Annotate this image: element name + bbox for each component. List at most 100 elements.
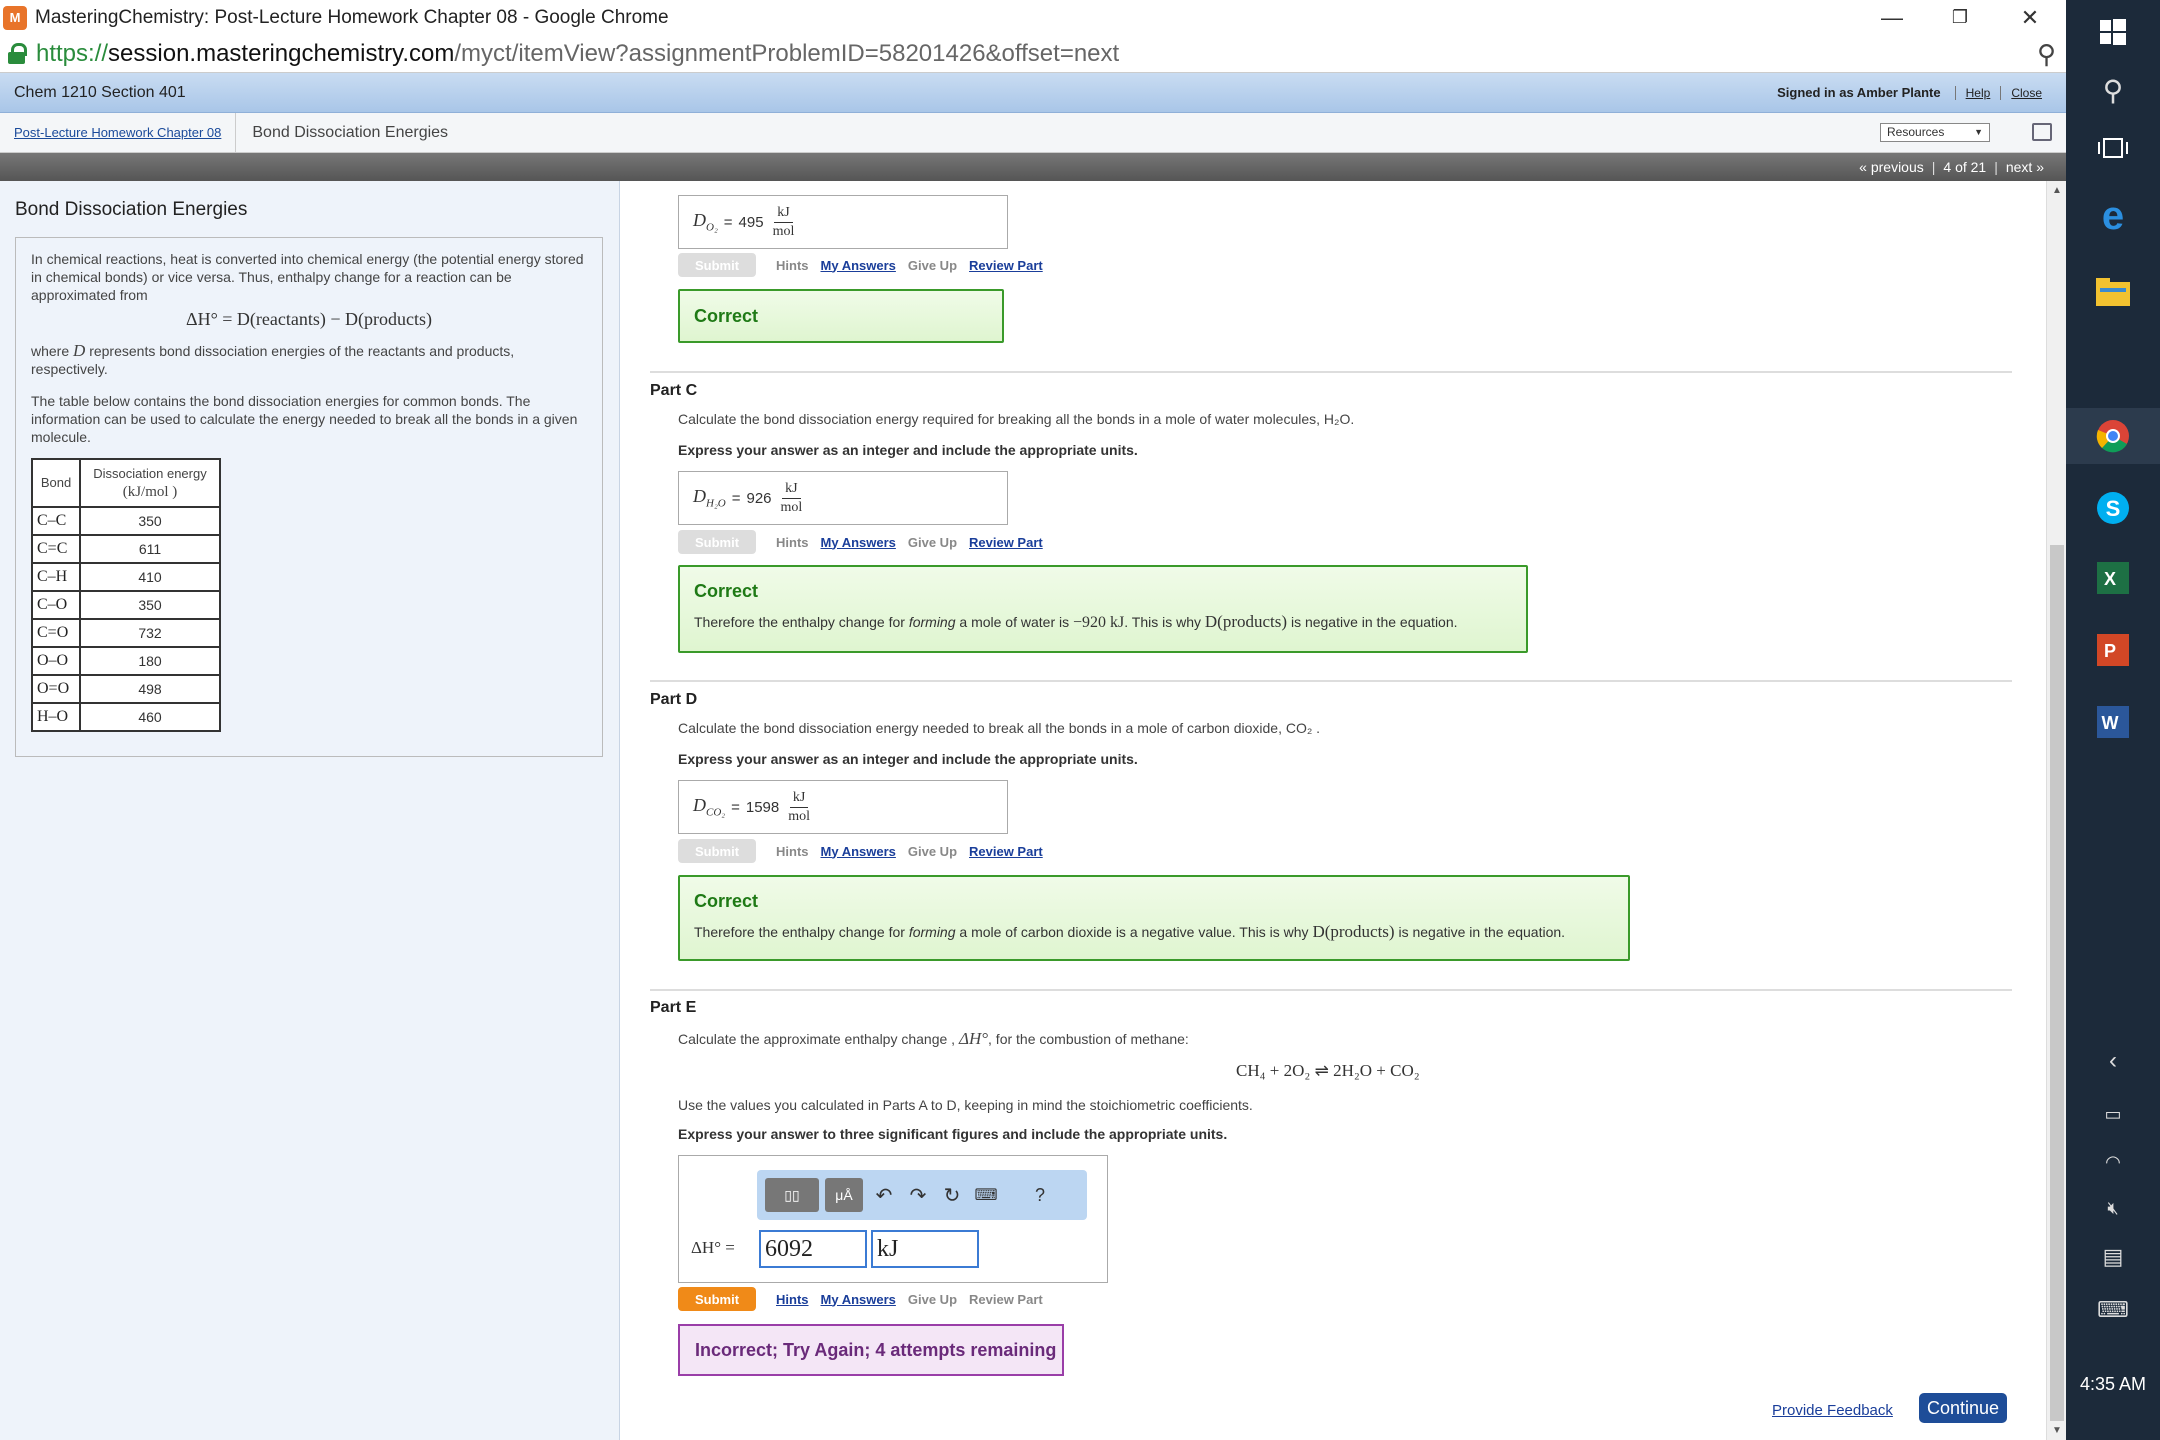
resources-dropdown[interactable]: Resources ▼	[1880, 123, 1990, 142]
svg-text:S: S	[2106, 496, 2121, 521]
main-content: DO₂ = 495 kJ mol Submit Hints My Answers …	[620, 181, 2046, 1440]
part-e-review-part: Review Part	[969, 1291, 1043, 1307]
file-explorer-icon[interactable]	[2066, 268, 2160, 316]
energy-cell: 410	[79, 562, 221, 592]
course-name: Chem 1210 Section 401	[14, 83, 186, 101]
windows-start-icon[interactable]	[2066, 12, 2160, 52]
keyboard-icon[interactable]: ⌨	[971, 1185, 1001, 1205]
part-c-give-up: Give Up	[907, 534, 958, 550]
minimize-button[interactable]: —	[1858, 0, 1926, 35]
table-row: C–C 350	[31, 506, 221, 536]
help-button[interactable]: ?	[1025, 1185, 1055, 1206]
address-bar[interactable]: https://session.masteringchemistry.com/m…	[0, 35, 2066, 73]
divider	[650, 680, 2012, 682]
intro-paragraph-2: where D represents bond dissociation ene…	[31, 341, 515, 378]
zoom-icon[interactable]: ⚲	[2037, 39, 2056, 70]
part-c-answer-box: DH₂O = 926 kJ mol	[678, 471, 1008, 525]
part-d-submit-button[interactable]: Submit	[678, 839, 756, 863]
energy-cell: 498	[79, 674, 221, 704]
signed-in-text: Signed in as Amber Plante	[1777, 85, 1941, 100]
keyboard-tray-icon[interactable]: ⌨	[2066, 1296, 2160, 1324]
part-d-instruction: Express your answer as an integer and in…	[678, 751, 1138, 767]
intro-content: In chemical reactions, heat is converted…	[15, 237, 603, 757]
powerpoint-icon[interactable]: P	[2066, 622, 2160, 678]
svg-text:P: P	[2104, 641, 2116, 661]
part-d-hints: Hints	[776, 843, 809, 859]
help-link[interactable]: Help	[1954, 85, 2001, 100]
energy-cell: 180	[79, 646, 221, 676]
mastering-chemistry-icon: M	[3, 5, 27, 30]
part-e-actions: Submit Hints My Answers Give Up Review P…	[678, 1287, 1055, 1311]
incorrect-banner: Incorrect; Try Again; 4 attempts remaini…	[678, 1324, 1064, 1376]
restore-button[interactable]: ❐	[1926, 0, 1994, 35]
breadcrumb-assignment-link[interactable]: Post-Lecture Homework Chapter 08	[0, 113, 237, 152]
scrollbar[interactable]: ▲ ▼	[2046, 181, 2066, 1440]
part-e-my-answers-link[interactable]: My Answers	[821, 1292, 896, 1307]
table-row: C=O 732	[31, 618, 221, 648]
part-c-submit-button[interactable]: Submit	[678, 530, 756, 554]
print-icon[interactable]	[2032, 123, 2052, 141]
scroll-down-icon[interactable]: ▼	[2052, 1425, 2062, 1436]
close-window-button[interactable]: ✕	[1996, 0, 2064, 35]
energy-cell: 460	[79, 702, 221, 732]
excel-icon[interactable]: X	[2066, 550, 2160, 606]
bond-cell: C=O	[31, 618, 81, 648]
continue-button[interactable]: Continue	[1919, 1393, 2007, 1423]
close-link[interactable]: Close	[2000, 85, 2052, 100]
skype-icon[interactable]: S	[2066, 480, 2160, 536]
reset-icon[interactable]: ↻	[937, 1183, 967, 1208]
table-row: O–O 180	[31, 646, 221, 676]
provide-feedback-link[interactable]: Provide Feedback	[1772, 1402, 1893, 1419]
svg-text:X: X	[2104, 569, 2116, 589]
bond-cell: C=C	[31, 534, 81, 564]
chrome-icon[interactable]	[2066, 408, 2160, 464]
value-input[interactable]: 6092	[759, 1230, 867, 1268]
lock-icon	[8, 42, 28, 65]
scroll-up-icon[interactable]: ▲	[2052, 185, 2062, 196]
part-c-my-answers-link[interactable]: My Answers	[821, 535, 896, 550]
part-e-submit-button[interactable]: Submit	[678, 1287, 756, 1311]
part-d-actions: Submit Hints My Answers Give Up Review P…	[678, 839, 1055, 863]
part-b-review-part-link[interactable]: Review Part	[969, 258, 1043, 273]
battery-icon[interactable]: ▭	[2066, 1100, 2160, 1128]
undo-icon[interactable]: ↶	[869, 1183, 899, 1208]
next-link[interactable]: next »	[1998, 159, 2052, 175]
table-row: H–O 460	[31, 702, 221, 732]
part-b-answer-box: DO₂ = 495 kJ mol	[678, 195, 1008, 249]
part-c-review-part-link[interactable]: Review Part	[969, 535, 1043, 550]
part-b-my-answers-link[interactable]: My Answers	[821, 258, 896, 273]
chevron-left-icon[interactable]: ‹	[2066, 1044, 2160, 1078]
part-d-my-answers-link[interactable]: My Answers	[821, 844, 896, 859]
url-text[interactable]: https://session.masteringchemistry.com/m…	[36, 40, 1119, 68]
part-b-correct-banner: Correct	[678, 289, 1004, 343]
divider	[650, 371, 2012, 373]
part-e-hints-link[interactable]: Hints	[776, 1292, 809, 1307]
part-b-actions: Submit Hints My Answers Give Up Review P…	[678, 253, 1055, 277]
previous-link[interactable]: « previous	[1851, 159, 1932, 175]
search-icon[interactable]: ⚲	[2066, 70, 2160, 110]
part-b-answer-value: 495	[738, 213, 764, 231]
templates-button[interactable]: ▯▯	[765, 1178, 819, 1212]
part-c-instruction: Express your answer as an integer and in…	[678, 442, 1138, 458]
word-icon[interactable]: W	[2066, 694, 2160, 750]
energy-cell: 350	[79, 506, 221, 536]
volume-muted-icon[interactable]: 🔇︎	[2066, 1194, 2160, 1222]
edge-icon[interactable]: e	[2066, 192, 2160, 240]
bond-cell: C–C	[31, 506, 81, 536]
part-b-submit-button[interactable]: Submit	[678, 253, 756, 277]
part-d-review-part-link[interactable]: Review Part	[969, 844, 1043, 859]
editor-toolbar: ▯▯ μÅ ↶ ↷ ↻ ⌨ ?	[757, 1170, 1087, 1220]
chevron-down-icon: ▼	[1974, 127, 1983, 137]
wifi-icon[interactable]: ◠	[2066, 1148, 2160, 1176]
answer-editor: ▯▯ μÅ ↶ ↷ ↻ ⌨ ? ΔH° = 6092 kJ	[678, 1155, 1108, 1283]
part-b-answer-label: DO₂	[693, 210, 718, 234]
task-view-icon[interactable]	[2066, 128, 2160, 168]
units-button[interactable]: μÅ	[825, 1178, 863, 1212]
table-header-energy: Dissociation energy (kJ/mol )	[79, 458, 221, 508]
notification-icon[interactable]: ▤	[2066, 1240, 2160, 1274]
unit-input[interactable]: kJ	[871, 1230, 979, 1268]
scroll-thumb[interactable]	[2050, 545, 2064, 1421]
divider	[650, 989, 2012, 991]
energy-cell: 611	[79, 534, 221, 564]
redo-icon[interactable]: ↷	[903, 1183, 933, 1208]
